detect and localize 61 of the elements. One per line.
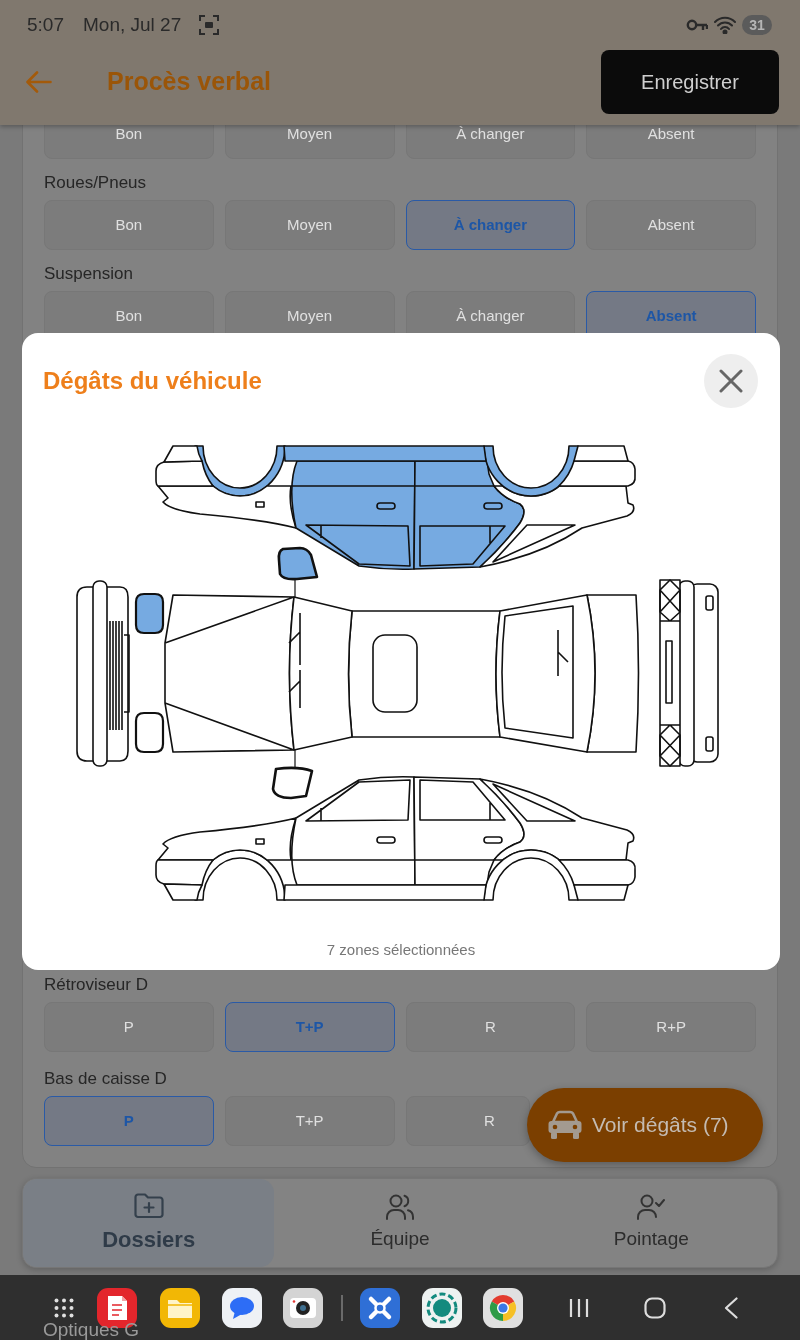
car-icon <box>547 1110 583 1140</box>
folder-plus-icon <box>133 1193 164 1219</box>
chat-app-icon[interactable] <box>222 1287 262 1328</box>
status-time: 5:07 <box>27 12 64 37</box>
users-icon <box>386 1194 414 1220</box>
door-panel[interactable] <box>290 460 416 570</box>
sill-panel[interactable] <box>283 445 487 462</box>
option-button[interactable]: P <box>44 1096 214 1146</box>
cross-app-icon[interactable] <box>360 1287 400 1328</box>
close-icon <box>719 369 743 393</box>
field-label: Suspension <box>44 263 134 285</box>
camera-app-icon[interactable] <box>283 1287 323 1328</box>
option-button[interactable]: À changer <box>405 200 576 250</box>
page-title: Procès verbal <box>107 66 271 98</box>
fender-panel[interactable] <box>157 817 297 861</box>
headlight[interactable] <box>134 711 165 754</box>
selection-count: 7 zones sélectionnées <box>325 940 477 960</box>
sill-panel[interactable] <box>283 884 487 901</box>
wifi-icon <box>714 16 736 34</box>
bumper-panel <box>155 445 214 487</box>
color-wheel-app-icon[interactable] <box>483 1287 523 1328</box>
option-button[interactable]: Bon <box>44 125 214 159</box>
nav-tab[interactable]: Équipe <box>274 1179 526 1267</box>
option-button[interactable]: R <box>405 1002 576 1052</box>
option-button[interactable]: Absent <box>586 200 756 250</box>
recents-icon[interactable] <box>569 1297 589 1318</box>
roof-panel[interactable] <box>347 610 501 738</box>
headlight[interactable] <box>134 592 165 635</box>
user-check-icon <box>637 1194 666 1220</box>
field-label: Bas de caisse D <box>44 1068 168 1090</box>
status-date: Mon, Jul 27 <box>83 12 182 37</box>
option-button[interactable]: R <box>405 1096 530 1146</box>
back-icon[interactable] <box>724 1296 738 1319</box>
save-button[interactable]: Enregistrer <box>601 50 779 114</box>
option-button[interactable]: R+P <box>586 1002 756 1052</box>
side-mirror[interactable] <box>277 546 319 581</box>
option-button[interactable]: Bon <box>44 200 214 250</box>
nav-tab[interactable]: Pointage <box>525 1179 777 1267</box>
fender-panel[interactable] <box>157 485 297 529</box>
option-button[interactable]: Moyen <box>224 200 395 250</box>
option-button[interactable]: Absent <box>586 125 756 159</box>
option-button[interactable]: T+P <box>224 1096 395 1146</box>
door-panel[interactable] <box>290 776 416 886</box>
view-damage-button[interactable]: Voir dégâts (7) <box>527 1088 763 1162</box>
ring-app-icon[interactable] <box>422 1287 462 1328</box>
option-button[interactable]: P <box>44 1002 214 1052</box>
bumper-panel <box>155 859 214 901</box>
screenshot-icon <box>199 15 220 35</box>
key-icon <box>686 19 708 31</box>
battery-indicator: 31 <box>742 15 772 35</box>
dialog-title: Dégâts du véhicule <box>43 366 262 396</box>
apps-grid-icon[interactable] <box>54 1297 74 1318</box>
nav-tab[interactable]: Dossiers <box>23 1179 275 1267</box>
folder-app-icon[interactable] <box>160 1287 200 1328</box>
option-button[interactable]: Moyen <box>224 125 395 159</box>
field-label: Roues/Pneus <box>44 172 148 194</box>
option-button[interactable]: T+P <box>224 1002 395 1052</box>
side-mirror[interactable] <box>271 766 314 800</box>
home-icon[interactable] <box>644 1296 666 1319</box>
field-label: Rétroviseur D <box>44 974 149 996</box>
option-button[interactable]: À changer <box>405 125 576 159</box>
